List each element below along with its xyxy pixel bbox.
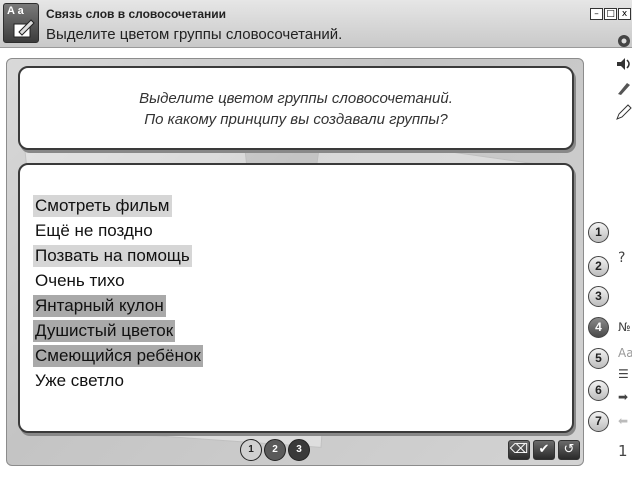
app-logo: A a [3,3,39,43]
speaker-icon[interactable] [615,56,632,72]
title-bar: A a Связь слов в словосочетании Выделите… [0,0,632,48]
page-button-3[interactable]: 3 [288,439,310,461]
arrow-right-icon[interactable]: ➡ [618,390,632,404]
check-icon: ✔ [538,442,550,457]
font-icon[interactable]: Aa [618,346,632,360]
side-step-4[interactable]: 4 [588,317,609,338]
task-subtitle: Выделите цветом группы словосочетаний. [46,26,343,43]
side-step-6[interactable]: 6 [588,380,609,401]
phrase-item[interactable]: Душистый цветок [33,320,176,342]
phrase-item[interactable]: Уже светло [33,370,126,392]
question-line-2: По какому принципу вы создавали группы? [144,111,448,128]
logo-text: A a [7,5,24,17]
page-selector: 1 2 3 [236,436,326,466]
brush-icon[interactable] [615,80,632,96]
page-button-2[interactable]: 2 [264,439,286,461]
side-step-3[interactable]: 3 [588,286,609,307]
maximize-button[interactable]: □ [604,8,617,20]
arrow-left-icon[interactable]: ⬅ [618,414,632,428]
side-step-7[interactable]: 7 [588,411,609,432]
minimize-button[interactable]: – [590,8,603,20]
phrase-item[interactable]: Ещё не поздно [33,220,155,242]
undo-icon: ↺ [563,442,575,457]
check-button[interactable]: ✔ [533,440,555,460]
question-panel: Выделите цветом группы словосочетаний. П… [18,66,574,150]
camera-icon[interactable] [615,32,632,48]
phrase-item[interactable]: Смотреть фильм [33,195,172,217]
pen-icon [13,19,35,38]
numbering-icon[interactable]: № [618,320,632,334]
page-number: 1 [618,442,628,460]
window-controls: – □ x [590,8,631,20]
phrase-item[interactable]: Янтарный кулон [33,295,166,317]
phrase-item[interactable]: Очень тихо [33,270,127,292]
page-button-1[interactable]: 1 [240,439,262,461]
module-title: Связь слов в словосочетании [46,7,227,21]
close-button[interactable]: x [618,8,631,20]
phrase-item[interactable]: Позвать на помощь [33,245,192,267]
reset-button[interactable]: ⌫ [508,440,530,460]
phrases-panel: Смотреть фильм Ещё не поздно Позвать на … [18,163,574,433]
help-icon[interactable]: ? [618,250,632,266]
list-icon[interactable]: ☰ [618,367,632,381]
eraser-icon: ⌫ [509,442,529,457]
phrase-item[interactable]: Смеющийся ребёнок [33,345,203,367]
undo-button[interactable]: ↺ [558,440,580,460]
question-line-1: Выделите цветом группы словосочетаний. [139,90,453,107]
side-step-2[interactable]: 2 [588,256,609,277]
side-step-5[interactable]: 5 [588,348,609,369]
pencil-icon[interactable] [615,104,632,120]
side-step-1[interactable]: 1 [588,222,609,243]
